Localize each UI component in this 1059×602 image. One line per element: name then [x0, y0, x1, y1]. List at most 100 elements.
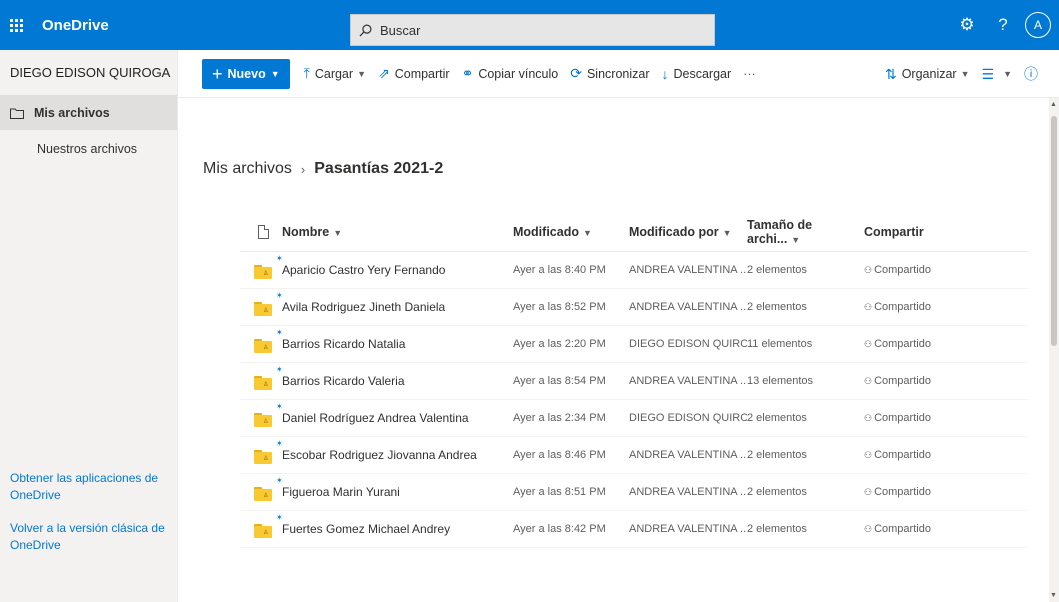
more-commands-button[interactable]: ··· [737, 59, 762, 89]
file-name-cell[interactable]: ✶ Barrios Ricardo Valeria [276, 365, 513, 388]
app-title[interactable]: OneDrive [42, 17, 109, 34]
chevron-down-icon: ▼ [1003, 69, 1012, 79]
folder-icon-cell: ♙ [240, 446, 280, 464]
folder-icon-cell: ♙ [240, 335, 280, 353]
folder-icon-cell: ♙ [240, 372, 280, 390]
size-cell: 11 elementos [747, 338, 813, 350]
new-item-icon: ✶ [276, 402, 283, 411]
modified-by-column-header[interactable]: Modificado por ▼ [629, 225, 747, 239]
folder-icon-cell: ♙ [240, 298, 280, 316]
user-name: DIEGO EDISON QUIROGA [0, 50, 177, 96]
modified-cell: Ayer a las 8:46 PM [513, 449, 606, 461]
table-row[interactable]: ♙ ✶ Figueroa Marin Yurani Ayer a las 8:51 P… [240, 474, 1028, 511]
table-row[interactable]: ♙ ✶ Barrios Ricardo Valeria Ayer a las 8:54… [240, 363, 1028, 400]
help-icon[interactable]: ? [985, 0, 1021, 50]
file-name-cell[interactable]: ✶ Barrios Ricardo Natalia [276, 328, 513, 351]
people-icon: ⚇ [864, 302, 873, 312]
sync-button[interactable]: ⟳ Sincronizar [564, 59, 655, 89]
breadcrumb: Mis archivos › Pasantías 2021-2 [203, 160, 443, 178]
modified-column-header[interactable]: Modificado ▼ [513, 225, 629, 239]
sharing-cell: ⚇ Compartido [864, 375, 984, 387]
sort-button[interactable]: ⇅ Organizar ▼ [879, 59, 976, 89]
link-icon: ⚭ [461, 65, 474, 81]
search-box[interactable] [350, 14, 715, 46]
search-icon [359, 24, 372, 36]
name-column-header[interactable]: Nombre ▼ [280, 225, 513, 239]
file-name-cell[interactable]: ✶ Daniel Rodríguez Andrea Valentina [276, 402, 513, 425]
settings-gear-icon[interactable]: ⚙ [949, 0, 985, 50]
new-button[interactable]: + Nuevo ▼ [202, 58, 290, 89]
scroll-up-icon[interactable]: ▲ [1050, 101, 1057, 108]
file-name[interactable]: Avila Rodriguez Jineth Daniela [282, 300, 445, 314]
table-row[interactable]: ♙ ✶ Avila Rodriguez Jineth Daniela Ayer a l… [240, 289, 1028, 326]
chevron-down-icon: ▼ [357, 68, 366, 79]
scrollbar-thumb[interactable] [1051, 116, 1057, 346]
file-name-cell[interactable]: ✶ Fuertes Gomez Michael Andrey [276, 513, 513, 536]
info-pane-button[interactable]: ⓘ [1018, 59, 1049, 89]
file-name[interactable]: Barrios Ricardo Valeria [282, 374, 405, 388]
size-cell: 13 elementos [747, 375, 814, 387]
sharing-cell: ⚇ Compartido [864, 338, 984, 350]
file-rows: ♙ ✶ Aparicio Castro Yery Fernando Ayer a la… [240, 252, 1028, 548]
file-name[interactable]: Fuertes Gomez Michael Andrey [282, 522, 450, 536]
sharing-cell: ⚇ Compartido [864, 264, 984, 276]
table-row[interactable]: ♙ ✶ Daniel Rodríguez Andrea Valentina Ayer … [240, 400, 1028, 437]
info-icon: ⓘ [1024, 66, 1038, 82]
copy-link-button[interactable]: ⚭ Copiar vínculo [456, 59, 565, 89]
classic-version-link[interactable]: Volver a la versión clásica de OneDrive [10, 520, 170, 554]
share-icon: ⇗ [377, 65, 390, 81]
avatar[interactable]: A [1025, 12, 1051, 38]
sharing-status: Compartido [874, 486, 931, 498]
people-icon: ⚇ [864, 376, 873, 386]
sharing-cell: ⚇ Compartido [864, 523, 984, 535]
sharing-status: Compartido [874, 301, 931, 313]
sort-icon: ⇅ [884, 65, 897, 82]
shared-folder-icon: ♙ [254, 302, 272, 316]
file-type-column-header[interactable] [240, 224, 280, 239]
shared-folder-icon: ♙ [254, 265, 272, 279]
modified-by-cell: ANDREA VALENTINA ... [629, 449, 747, 461]
size-column-header[interactable]: Tamaño de archi... ▼ [747, 218, 864, 246]
command-bar: + Nuevo ▼ ⤒ Cargar ▼ ⇗ Compartir ⚭ Copia… [178, 50, 1059, 98]
file-name[interactable]: Barrios Ricardo Natalia [282, 337, 405, 351]
sharing-column-header[interactable]: Compartir [864, 225, 984, 239]
scroll-down-icon[interactable]: ▼ [1050, 592, 1057, 599]
modified-cell: Ayer a las 8:42 PM [513, 523, 606, 535]
sharing-header-label: Compartir [864, 224, 924, 239]
modified-cell: Ayer a las 8:40 PM [513, 264, 606, 276]
file-name-cell[interactable]: ✶ Aparicio Castro Yery Fernando [276, 254, 513, 277]
modified-cell: Ayer a las 8:52 PM [513, 301, 606, 313]
vertical-scrollbar[interactable]: ▲ ▼ [1049, 98, 1059, 602]
download-button[interactable]: ↓ Descargar [656, 59, 738, 89]
nav-item-our-files[interactable]: Nuestros archivos [0, 130, 177, 168]
more-commands-icon: ··· [743, 66, 756, 81]
people-icon: ⚇ [864, 413, 873, 423]
file-name[interactable]: Escobar Rodriguez Jiovanna Andrea [282, 448, 477, 462]
share-button[interactable]: ⇗ Compartir [372, 59, 456, 89]
file-name-cell[interactable]: ✶ Escobar Rodriguez Jiovanna Andrea [276, 439, 513, 462]
get-apps-link[interactable]: Obtener las aplicaciones de OneDrive [10, 470, 170, 504]
chevron-down-icon: ▼ [333, 227, 343, 238]
breadcrumb-root[interactable]: Mis archivos [203, 160, 292, 178]
file-name-cell[interactable]: ✶ Figueroa Marin Yurani [276, 476, 513, 499]
nav-item-my-files[interactable]: Mis archivos [0, 96, 177, 130]
size-cell: 2 elementos [747, 486, 807, 498]
view-options-button[interactable]: ☰ ▼ [976, 59, 1018, 89]
search-input[interactable] [380, 22, 680, 38]
suite-header: OneDrive ⚙ ? A [0, 0, 1059, 50]
name-header-label: Nombre [282, 224, 330, 239]
new-item-icon: ✶ [276, 513, 283, 522]
upload-button[interactable]: ⤒ Cargar ▼ [298, 59, 372, 89]
app-launcher-button[interactable] [2, 0, 30, 50]
upload-icon: ⤒ [303, 65, 310, 81]
table-row[interactable]: ♙ ✶ Aparicio Castro Yery Fernando Ayer a la… [240, 252, 1028, 289]
table-row[interactable]: ♙ ✶ Fuertes Gomez Michael Andrey Ayer a las… [240, 511, 1028, 548]
table-row[interactable]: ♙ ✶ Escobar Rodriguez Jiovanna Andrea Ayer … [240, 437, 1028, 474]
file-name[interactable]: Daniel Rodríguez Andrea Valentina [282, 411, 469, 425]
file-name[interactable]: Aparicio Castro Yery Fernando [282, 263, 445, 277]
table-row[interactable]: ♙ ✶ Barrios Ricardo Natalia Ayer a las 2:20… [240, 326, 1028, 363]
file-name-cell[interactable]: ✶ Avila Rodriguez Jineth Daniela [276, 291, 513, 314]
modified-by-cell: DIEGO EDISON QUIRO... [629, 412, 747, 424]
modified-by-cell: ANDREA VALENTINA ... [629, 486, 747, 498]
file-name[interactable]: Figueroa Marin Yurani [282, 485, 400, 499]
